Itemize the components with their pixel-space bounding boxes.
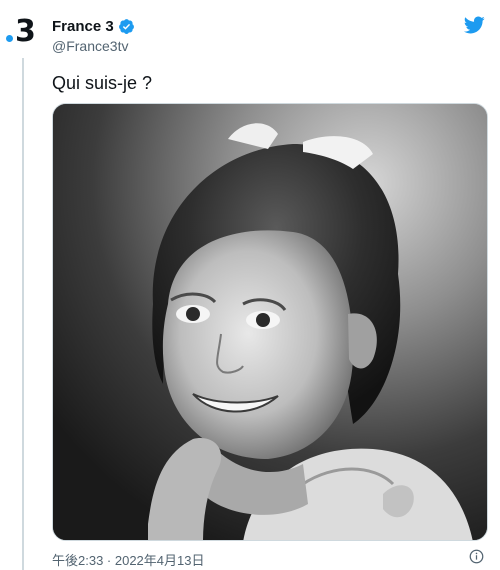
tweet-timestamp[interactable]: 午後2:33 · 2022年4月13日 [52,550,204,569]
tweet-card: 3 France 3 @France3tv Qui suis-je ? 午後2:… [0,0,500,570]
avatar[interactable]: 3 [6,12,46,52]
verified-badge-icon [118,18,135,35]
handle[interactable]: @France3tv [52,38,135,54]
avatar-dot [6,34,13,42]
tweet-text: Qui suis-je ? [52,73,153,93]
thread-line [22,58,24,570]
name-row: France 3 [52,18,135,35]
tweet-photo[interactable] [52,103,488,541]
twitter-bird-icon[interactable] [462,14,486,36]
avatar-logo-text: 3 [15,14,36,49]
portrait-image [53,104,487,540]
display-name[interactable]: France 3 [52,18,114,35]
info-icon[interactable] [469,549,484,564]
tweet-header: France 3 @France3tv [52,18,135,54]
